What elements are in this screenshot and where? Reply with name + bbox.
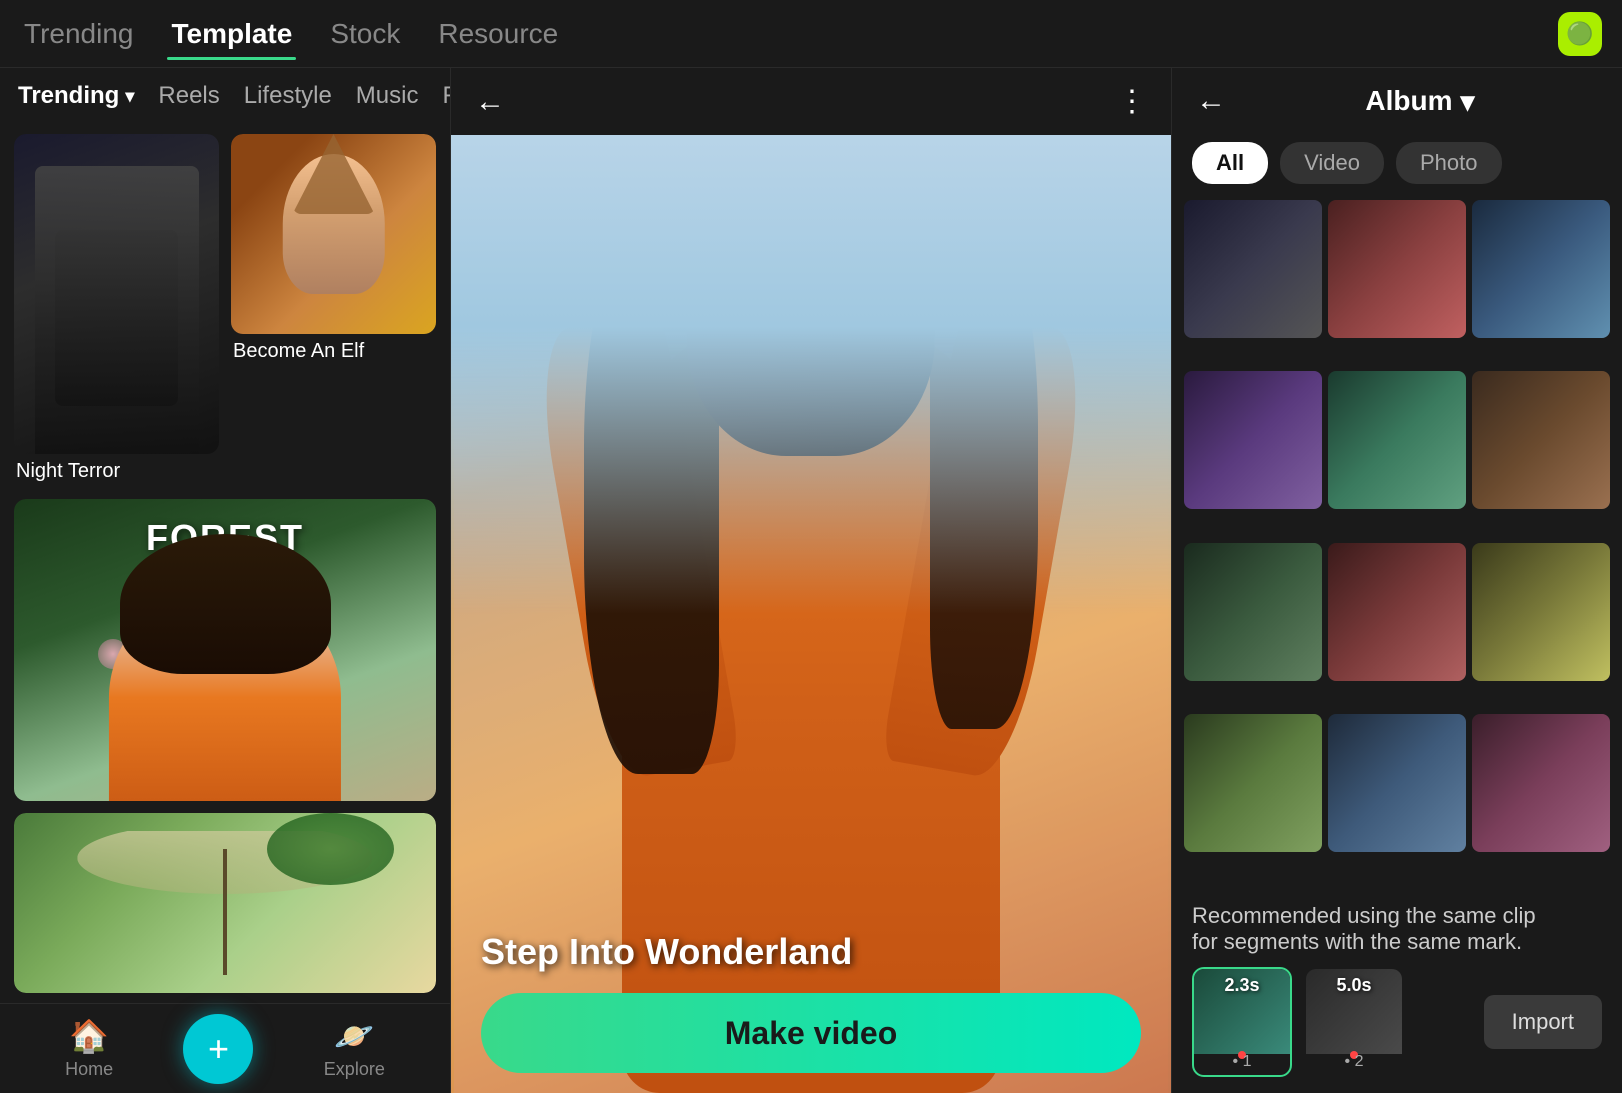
stock-tab[interactable]: Stock — [326, 10, 404, 58]
album-item-3[interactable] — [1472, 200, 1610, 338]
night-terror-label: Night Terror — [14, 454, 219, 489]
home-label: Home — [65, 1059, 113, 1080]
main-area: Trending Reels Lifestyle Music Festival … — [0, 68, 1622, 1093]
album-item-10[interactable] — [1184, 714, 1322, 852]
album-item-4[interactable] — [1184, 371, 1322, 509]
album-filter-bar: All Video Photo — [1172, 134, 1622, 192]
music-filter[interactable]: Music — [356, 82, 419, 110]
forest-image: FOREST serenity — [14, 499, 436, 801]
night-terror-image — [14, 134, 219, 454]
album-item-11[interactable] — [1328, 714, 1466, 852]
trending-filter[interactable]: Trending — [18, 82, 134, 110]
sub-navigation: Trending Reels Lifestyle Music Festival … — [0, 68, 450, 124]
template-tab[interactable]: Template — [167, 10, 296, 58]
explore-nav-item[interactable]: 🪐 Explore — [324, 1017, 385, 1080]
album-back-button[interactable]: ← — [1196, 84, 1226, 118]
explore-label: Explore — [324, 1059, 385, 1080]
left-panel: Trending Reels Lifestyle Music Festival … — [0, 68, 450, 1093]
album-item-6[interactable] — [1472, 371, 1610, 509]
back-button[interactable]: ← — [475, 85, 505, 119]
clip-2[interactable]: 5.0s • 2 — [1304, 967, 1404, 1077]
clip-2-duration: 5.0s — [1336, 975, 1371, 996]
album-dropdown-icon[interactable]: ▾ — [1461, 85, 1475, 118]
lifestyle-filter[interactable]: Lifestyle — [244, 82, 332, 110]
resource-tab[interactable]: Resource — [434, 10, 562, 58]
template-grid: Night Terror Become An Elf FOREST — [0, 124, 450, 1003]
clip-strip: 2.3s • 1 5.0s • 2 Import — [1192, 967, 1602, 1077]
become-elf-label: Become An Elf — [231, 334, 436, 369]
make-video-button[interactable]: Make video — [481, 993, 1141, 1073]
album-item-9[interactable] — [1472, 543, 1610, 681]
app-logo: 🟢 — [1558, 12, 1602, 56]
filter-all-button[interactable]: All — [1192, 142, 1268, 184]
import-button[interactable]: Import — [1484, 995, 1602, 1049]
album-item-5[interactable] — [1328, 371, 1466, 509]
home-icon: 🏠 — [69, 1017, 109, 1055]
filter-video-button[interactable]: Video — [1280, 142, 1384, 184]
clip-1-duration: 2.3s — [1224, 975, 1259, 996]
recommend-area: Recommended using the same clipfor segme… — [1172, 887, 1622, 1093]
bottom-navigation: 🏠 Home + 🪐 Explore — [0, 1003, 450, 1093]
festival-filter[interactable]: Festival — [442, 82, 450, 110]
top-navigation: Trending Template Stock Resource 🟢 — [0, 0, 1622, 68]
center-panel: ← ⋮ — [450, 68, 1172, 1093]
step-wonderland-template[interactable]: FOREST serenity Step Into Wonderland — [14, 499, 436, 801]
trending-tab[interactable]: Trending — [20, 10, 137, 58]
elf-image — [231, 134, 436, 334]
center-header: ← ⋮ — [451, 68, 1171, 135]
preview-image: Step Into Wonderland — [451, 135, 1171, 1093]
album-item-1[interactable] — [1184, 200, 1322, 338]
right-header: ← Album ▾ — [1172, 68, 1622, 134]
add-button[interactable]: + — [183, 1014, 253, 1084]
cafe-image — [14, 813, 436, 993]
preview-title: Step Into Wonderland — [481, 931, 852, 973]
album-grid — [1172, 192, 1622, 887]
home-nav-item[interactable]: 🏠 Home — [65, 1017, 113, 1080]
cafe-template[interactable] — [14, 813, 436, 993]
right-panel: ← Album ▾ All Video Photo Rec — [1172, 68, 1622, 1093]
album-title: Album ▾ — [1242, 85, 1598, 118]
preview-area: Step Into Wonderland — [451, 135, 1171, 1093]
album-item-7[interactable] — [1184, 543, 1322, 681]
more-options-button[interactable]: ⋮ — [1117, 84, 1147, 119]
clip-2-number: • 2 — [1345, 1053, 1364, 1071]
album-item-2[interactable] — [1328, 200, 1466, 338]
clip-1-number: • 1 — [1233, 1053, 1252, 1071]
night-terror-template[interactable]: Night Terror — [14, 134, 219, 489]
album-item-8[interactable] — [1328, 543, 1466, 681]
clip-1[interactable]: 2.3s • 1 — [1192, 967, 1292, 1077]
album-item-12[interactable] — [1472, 714, 1610, 852]
recommend-text: Recommended using the same clipfor segme… — [1192, 903, 1602, 955]
explore-icon: 🪐 — [334, 1017, 374, 1055]
filter-photo-button[interactable]: Photo — [1396, 142, 1502, 184]
reels-filter[interactable]: Reels — [158, 82, 219, 110]
become-elf-template[interactable]: Become An Elf — [231, 134, 436, 369]
